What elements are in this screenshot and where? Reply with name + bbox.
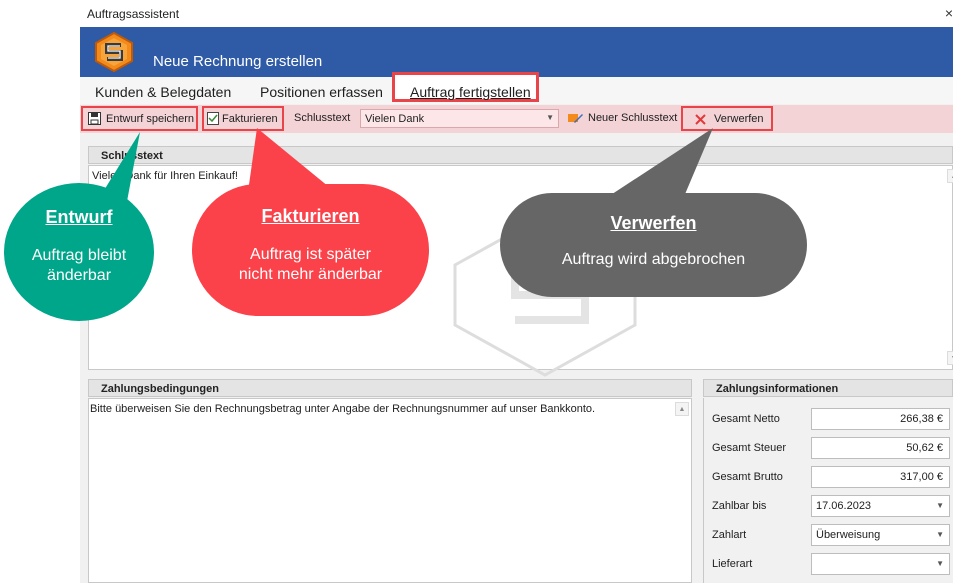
invoice-callout-text-1: Auftrag ist später <box>250 246 371 263</box>
discard-callout: Verwerfen Auftrag wird abgebrochen <box>500 193 807 297</box>
discard-callout-title: Verwerfen <box>610 213 697 233</box>
discard-callout-text: Auftrag wird abgebrochen <box>561 251 746 268</box>
draft-callout-title: Entwurf <box>45 207 113 227</box>
callout-pointers <box>98 128 713 212</box>
draft-callout-text-1: Auftrag bleibt <box>31 247 127 264</box>
invoice-callout-title: Fakturieren <box>261 206 360 226</box>
invoice-callout-text-2: nicht mehr änderbar <box>238 266 383 283</box>
draft-callout-text-2: änderbar <box>46 267 112 284</box>
invoice-callout: Fakturieren Auftrag ist später nicht meh… <box>192 184 429 316</box>
draft-callout: Entwurf Auftrag bleibt änderbar <box>4 183 154 321</box>
